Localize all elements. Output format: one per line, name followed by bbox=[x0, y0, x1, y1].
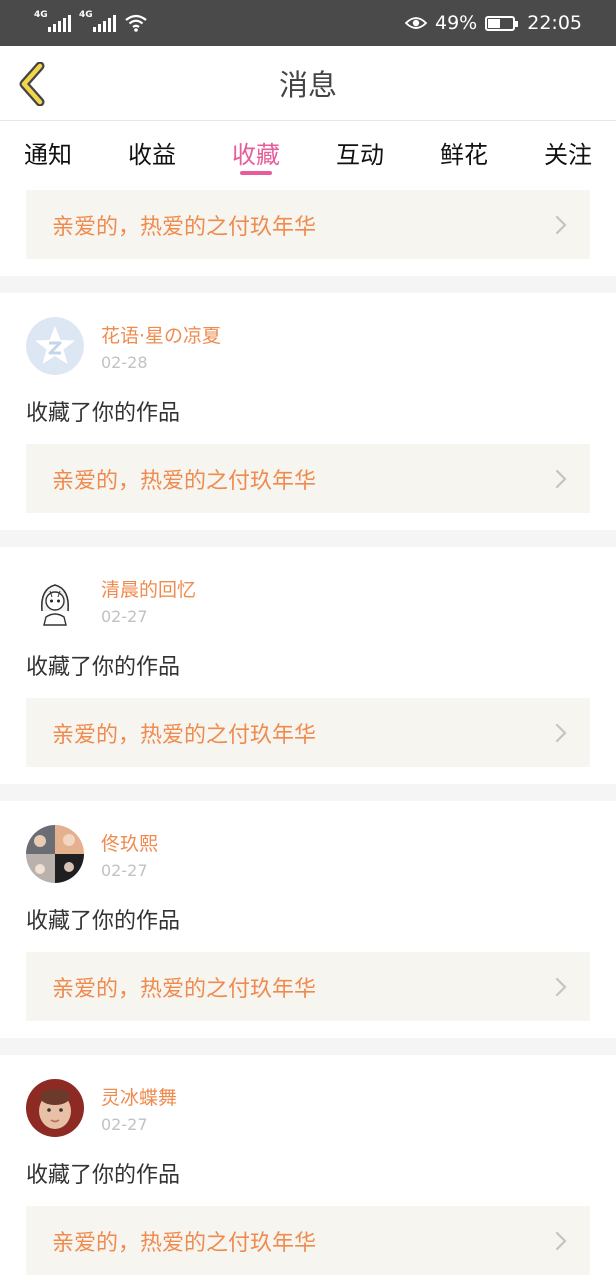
user-row: 花语·星の凉夏 02-28 bbox=[26, 317, 590, 375]
battery-percent: 49% bbox=[435, 12, 478, 34]
tab-interactions[interactable]: 互动 bbox=[336, 121, 384, 183]
user-name[interactable]: 清晨的回忆 bbox=[101, 575, 196, 602]
work-link[interactable]: 亲爱的，热爱的之付玖年华 bbox=[26, 698, 590, 767]
chevron-right-icon bbox=[555, 977, 567, 996]
user-name[interactable]: 佟玖熙 bbox=[101, 829, 158, 856]
avatar[interactable] bbox=[26, 825, 84, 883]
divider bbox=[0, 530, 616, 547]
timestamp: 02-27 bbox=[101, 860, 148, 880]
network-type-2: 4G bbox=[79, 10, 93, 20]
action-text: 收藏了你的作品 bbox=[26, 401, 181, 426]
tab-bar: 通知 收益 收藏 互动 鲜花 关注 bbox=[0, 121, 616, 183]
avatar[interactable] bbox=[26, 1079, 84, 1137]
signal-icon-1: 4G bbox=[34, 10, 71, 32]
divider bbox=[0, 1038, 616, 1055]
divider bbox=[0, 784, 616, 801]
timestamp: 02-28 bbox=[101, 352, 148, 372]
timestamp: 02-27 bbox=[101, 606, 148, 626]
user-row: 清晨的回忆 02-27 bbox=[26, 571, 590, 629]
tab-earnings[interactable]: 收益 bbox=[128, 121, 176, 183]
action-text: 收藏了你的作品 bbox=[26, 1163, 181, 1188]
clock: 22:05 bbox=[527, 12, 582, 34]
action-text: 收藏了你的作品 bbox=[26, 655, 181, 680]
user-row: 佟玖熙 02-27 bbox=[26, 825, 590, 883]
wifi-icon bbox=[125, 14, 147, 32]
page-title: 消息 bbox=[278, 68, 337, 102]
chevron-right-icon bbox=[555, 215, 567, 234]
tab-notifications[interactable]: 通知 bbox=[24, 121, 72, 183]
action-text: 收藏了你的作品 bbox=[26, 909, 181, 934]
status-right: 49% 22:05 bbox=[405, 12, 582, 34]
battery-icon bbox=[485, 15, 519, 31]
work-title: 亲爱的，热爱的之付玖年华 bbox=[52, 214, 317, 240]
divider bbox=[0, 276, 616, 293]
user-row: 灵冰蝶舞 02-27 bbox=[26, 1079, 590, 1137]
network-type-1: 4G bbox=[34, 10, 48, 20]
signal-group: 4G 4G bbox=[34, 10, 148, 33]
tab-favorites[interactable]: 收藏 bbox=[232, 121, 280, 183]
top-card: 亲爱的，热爱的之付玖年华 bbox=[0, 183, 616, 276]
signal-icon-2: 4G bbox=[79, 10, 116, 32]
tab-flowers[interactable]: 鲜花 bbox=[440, 121, 488, 183]
avatar[interactable] bbox=[26, 571, 84, 629]
photo-collage bbox=[26, 825, 84, 883]
work-link[interactable]: 亲爱的，热爱的之付玖年华 bbox=[26, 190, 590, 259]
chevron-right-icon bbox=[555, 1231, 567, 1250]
chevron-right-icon bbox=[555, 469, 567, 488]
eye-comfort-icon bbox=[405, 17, 427, 29]
status-bar: 4G 4G 49% 22:05 bbox=[0, 0, 616, 46]
user-name[interactable]: 花语·星の凉夏 bbox=[101, 321, 221, 348]
back-arrow-icon[interactable] bbox=[16, 62, 50, 106]
anime-girl-sketch bbox=[26, 571, 84, 629]
work-link[interactable]: 亲爱的，热爱的之付玖年华 bbox=[26, 1206, 590, 1275]
timestamp: 02-27 bbox=[101, 1114, 148, 1134]
list-item: 佟玖熙 02-27 收藏了你的作品 亲爱的，热爱的之付玖年华 bbox=[0, 801, 616, 1038]
work-title: 亲爱的，热爱的之付玖年华 bbox=[52, 722, 317, 748]
list-item: 花语·星の凉夏 02-28 收藏了你的作品 亲爱的，热爱的之付玖年华 bbox=[0, 293, 616, 530]
work-link[interactable]: 亲爱的，热爱的之付玖年华 bbox=[26, 952, 590, 1021]
user-name[interactable]: 灵冰蝶舞 bbox=[101, 1083, 177, 1110]
avatar[interactable] bbox=[26, 317, 84, 375]
qzone-star-icon bbox=[26, 317, 84, 375]
baby-photo bbox=[26, 1079, 84, 1137]
app-header: 消息 bbox=[0, 46, 616, 121]
work-title: 亲爱的，热爱的之付玖年华 bbox=[52, 1230, 317, 1256]
work-link[interactable]: 亲爱的，热爱的之付玖年华 bbox=[26, 444, 590, 513]
chevron-right-icon bbox=[555, 723, 567, 742]
list-item: 灵冰蝶舞 02-27 收藏了你的作品 亲爱的，热爱的之付玖年华 bbox=[0, 1055, 616, 1280]
work-title: 亲爱的，热爱的之付玖年华 bbox=[52, 976, 317, 1002]
list-item: 清晨的回忆 02-27 收藏了你的作品 亲爱的，热爱的之付玖年华 bbox=[0, 547, 616, 784]
tab-follows[interactable]: 关注 bbox=[544, 121, 592, 183]
work-title: 亲爱的，热爱的之付玖年华 bbox=[52, 468, 317, 494]
